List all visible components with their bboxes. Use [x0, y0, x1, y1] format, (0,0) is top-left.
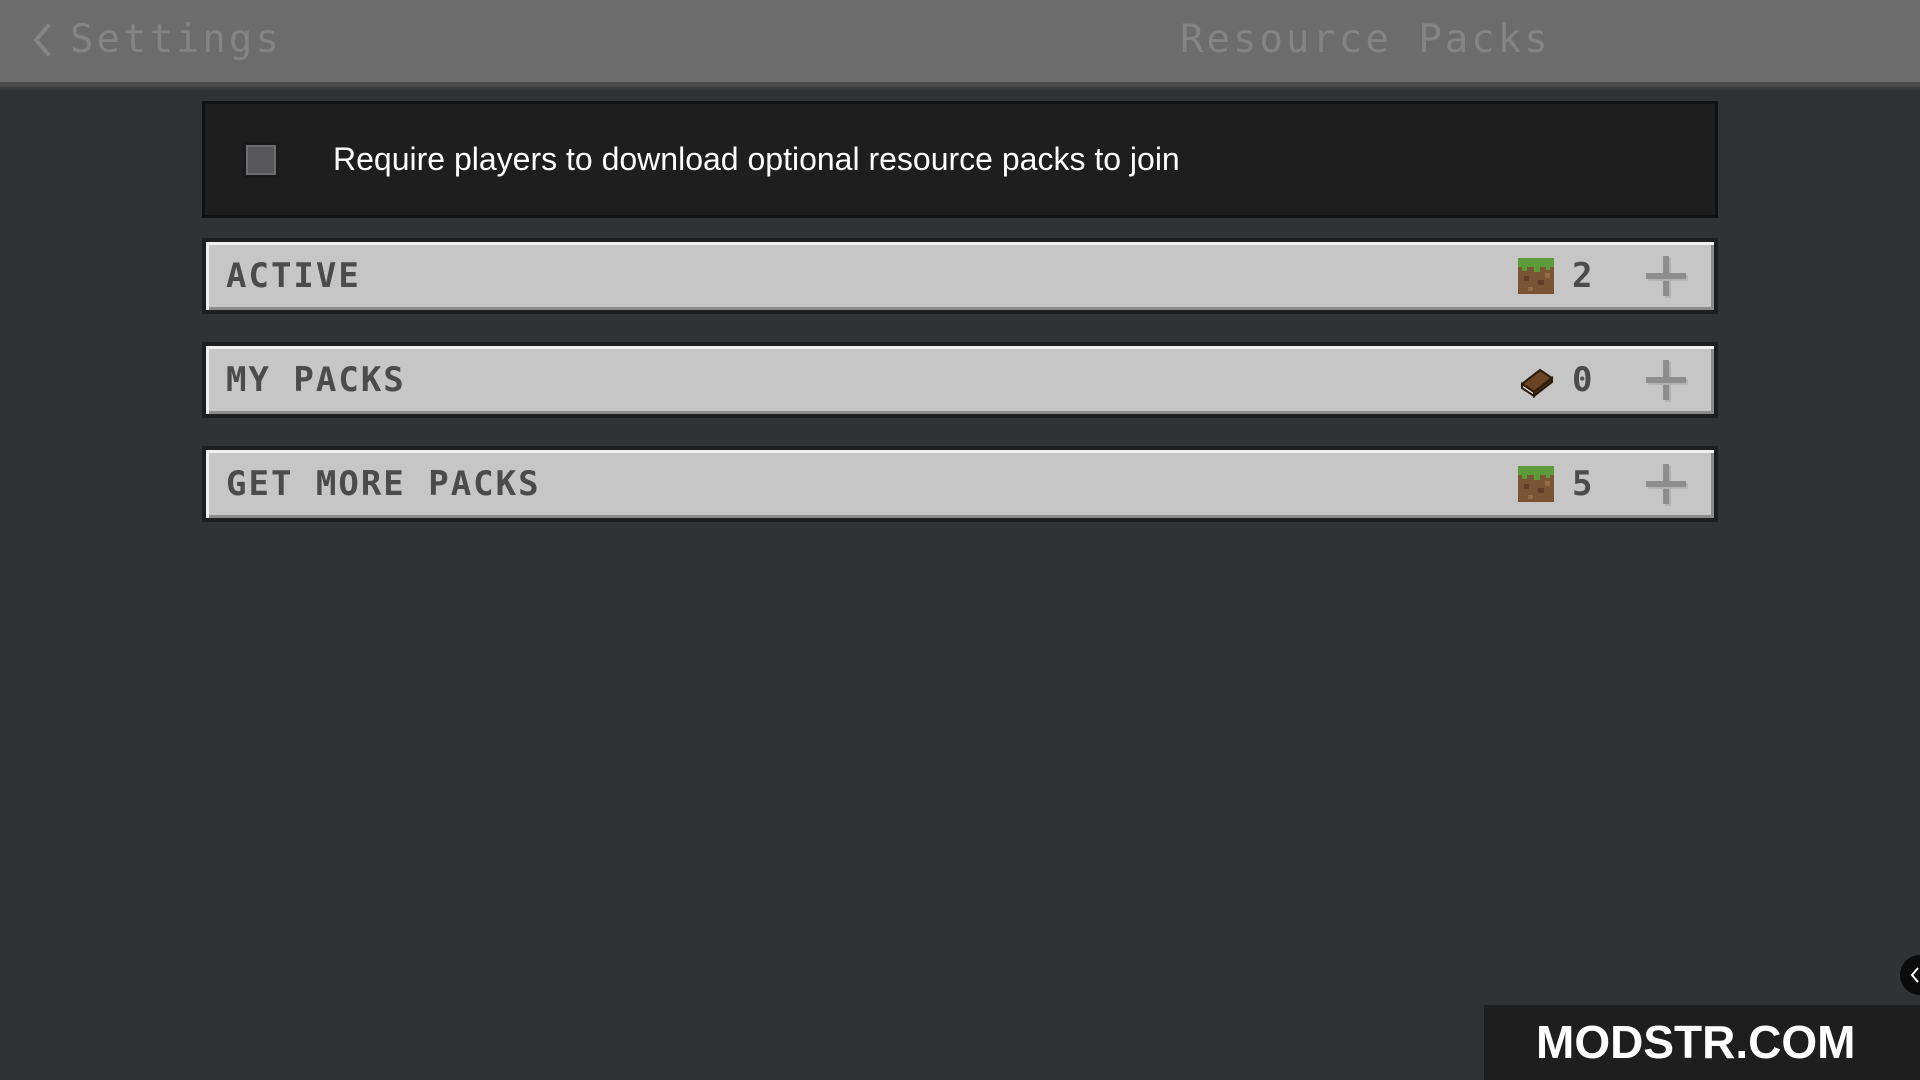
- back-button[interactable]: Settings: [26, 14, 282, 66]
- grass-block-icon: [1518, 466, 1554, 502]
- top-bar: Settings Resource Packs: [0, 0, 1920, 87]
- book-icon: [1520, 368, 1554, 398]
- pack-section-active[interactable]: ACTIVE 2: [202, 238, 1718, 314]
- pack-count: 2: [1572, 256, 1593, 296]
- watermark-text: MODSTR.COM: [1536, 1016, 1856, 1068]
- chevron-left-icon: [33, 23, 51, 57]
- chevron-left-icon: [1910, 967, 1919, 983]
- plus-icon: [1646, 360, 1686, 400]
- require-packs-panel: Require players to download optional res…: [202, 101, 1718, 218]
- pack-section-label: MY PACKS: [226, 360, 406, 400]
- pack-count: 5: [1572, 464, 1593, 504]
- page-title: Resource Packs: [1180, 17, 1551, 62]
- watermark: MODSTR.COM: [1484, 1005, 1920, 1080]
- require-packs-label: Require players to download optional res…: [333, 141, 1180, 177]
- plus-icon: [1646, 256, 1686, 296]
- pack-count: 0: [1572, 360, 1593, 400]
- grass-block-icon: [1518, 258, 1554, 294]
- pack-section-my-packs[interactable]: MY PACKS 0: [202, 342, 1718, 418]
- pack-section-label: GET MORE PACKS: [226, 464, 541, 504]
- pack-section-get-more-packs[interactable]: GET MORE PACKS 5: [202, 446, 1718, 522]
- require-packs-checkbox[interactable]: [243, 142, 279, 178]
- back-button-label: Settings: [70, 17, 282, 62]
- side-panel-handle[interactable]: [1900, 955, 1920, 995]
- pack-section-label: ACTIVE: [226, 256, 361, 296]
- plus-icon: [1646, 464, 1686, 504]
